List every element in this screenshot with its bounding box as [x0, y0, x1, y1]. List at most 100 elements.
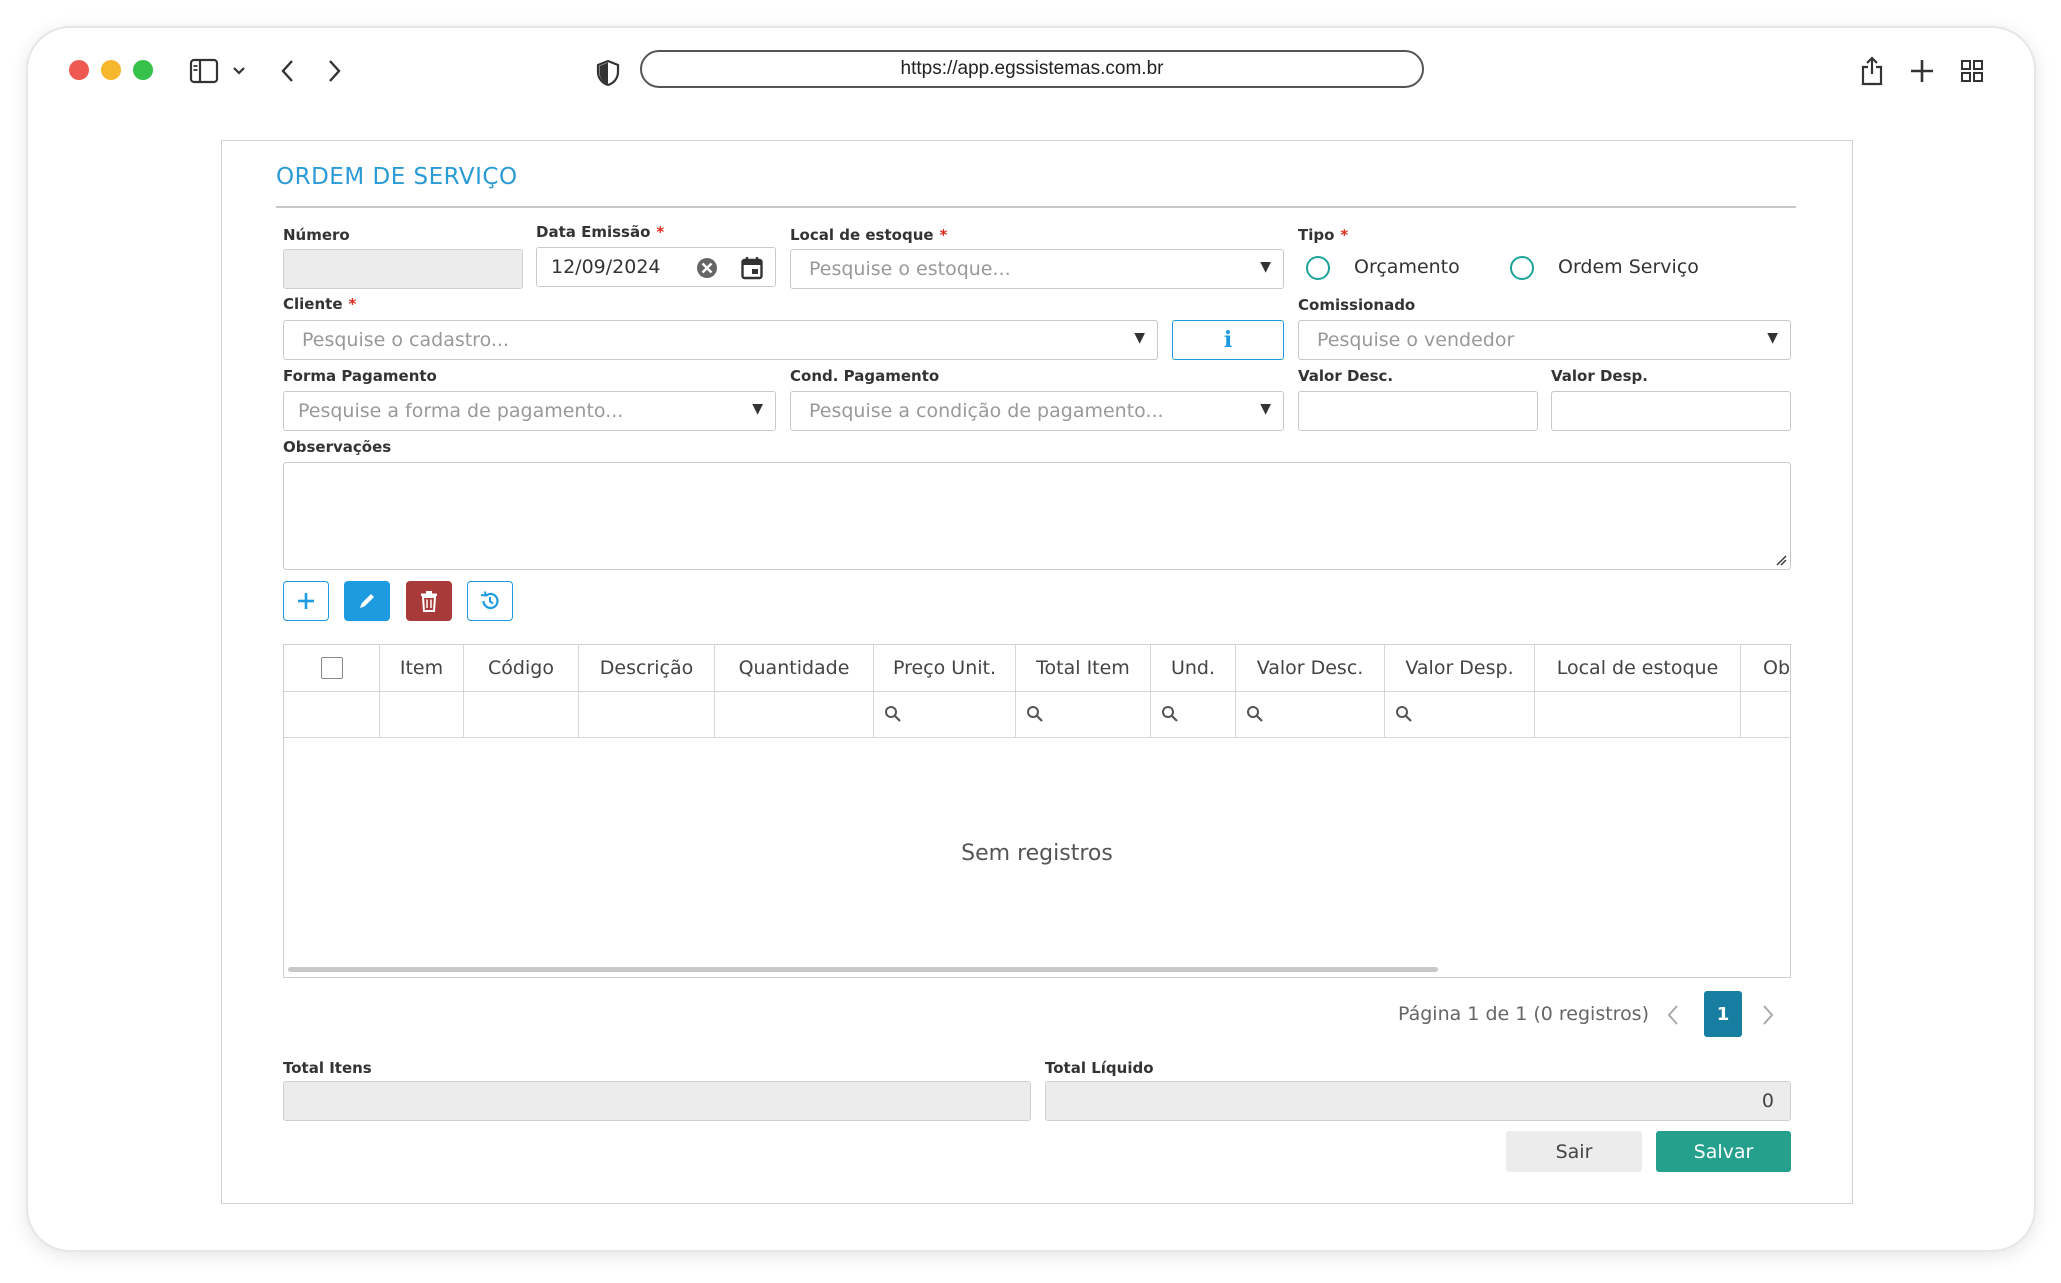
- comissionado-label: Comissionado: [1298, 296, 1416, 314]
- col-header-valor-desc[interactable]: Valor Desc.: [1236, 645, 1385, 691]
- close-window-button[interactable]: [69, 60, 89, 80]
- col-header-obs[interactable]: Ob: [1741, 645, 1790, 691]
- forma-pagamento-placeholder: Pesquise a forma de pagamento...: [298, 400, 624, 422]
- items-grid: Item Código Descrição Quantidade Preço U…: [283, 644, 1791, 978]
- col-header-total-item[interactable]: Total Item: [1016, 645, 1151, 691]
- data-emissao-value: 12/09/2024: [551, 256, 661, 278]
- pager-prev-icon[interactable]: [1666, 1003, 1680, 1031]
- valor-desc-label: Valor Desc.: [1298, 367, 1394, 385]
- filter-cell: [1535, 691, 1741, 737]
- required-mark: *: [1340, 226, 1349, 244]
- sidebar-icon[interactable]: [188, 56, 220, 86]
- cond-pagamento-select[interactable]: Pesquise a condição de pagamento... ▼: [790, 391, 1284, 431]
- add-item-button[interactable]: [283, 581, 329, 621]
- url-text: https://app.egssistemas.com.br: [900, 58, 1164, 79]
- cliente-placeholder: Pesquise o cadastro...: [302, 329, 509, 351]
- radio-orcamento-label[interactable]: Orçamento: [1354, 256, 1460, 278]
- pager-next-icon[interactable]: [1761, 1003, 1775, 1031]
- total-liquido-field: 0: [1045, 1081, 1791, 1121]
- minimize-window-button[interactable]: [101, 60, 121, 80]
- history-icon: [480, 591, 499, 610]
- cond-pagamento-placeholder: Pesquise a condição de pagamento...: [809, 400, 1164, 422]
- radio-ordem-servico-label[interactable]: Ordem Serviço: [1558, 256, 1699, 278]
- filter-preco-unit[interactable]: [874, 691, 1016, 737]
- title-divider: [276, 206, 1796, 208]
- tipo-label: Tipo *: [1298, 226, 1348, 244]
- col-header-und[interactable]: Und.: [1151, 645, 1236, 691]
- address-bar[interactable]: https://app.egssistemas.com.br: [640, 50, 1424, 88]
- filter-cell: [380, 691, 464, 737]
- search-icon: [885, 706, 901, 722]
- new-tab-icon[interactable]: [1908, 57, 1936, 85]
- tab-overview-icon[interactable]: [1959, 58, 1985, 84]
- info-icon: i: [1223, 327, 1233, 353]
- dropdown-caret-icon: ▼: [1134, 330, 1145, 346]
- maximize-window-button[interactable]: [133, 60, 153, 80]
- grid-empty-message: Sem registros: [961, 841, 1113, 866]
- filter-total-item[interactable]: [1016, 691, 1151, 737]
- back-icon[interactable]: [276, 56, 298, 86]
- total-liquido-label: Total Líquido: [1045, 1059, 1154, 1077]
- col-header-descricao[interactable]: Descrição: [579, 645, 715, 691]
- valor-desp-input[interactable]: [1551, 391, 1791, 431]
- col-header-local-estoque[interactable]: Local de estoque: [1535, 645, 1741, 691]
- filter-und[interactable]: [1151, 691, 1236, 737]
- cliente-select[interactable]: Pesquise o cadastro... ▼: [283, 320, 1158, 360]
- comissionado-placeholder: Pesquise o vendedor: [1317, 329, 1515, 351]
- history-button[interactable]: [467, 581, 513, 621]
- radio-ordem-servico[interactable]: [1510, 256, 1534, 280]
- data-emissao-label: Data Emissão *: [536, 223, 664, 241]
- page-title: ORDEM DE SERVIÇO: [276, 164, 518, 190]
- tipo-label-text: Tipo: [1298, 226, 1335, 244]
- filter-cell: [579, 691, 715, 737]
- col-header-codigo[interactable]: Código: [464, 645, 579, 691]
- observacoes-textarea[interactable]: [283, 462, 1791, 570]
- dropdown-caret-icon: ▼: [752, 401, 763, 417]
- local-estoque-select[interactable]: Pesquise o estoque... ▼: [790, 249, 1284, 289]
- grid-header-row: Item Código Descrição Quantidade Preço U…: [284, 645, 1790, 692]
- cliente-info-button[interactable]: i: [1172, 320, 1284, 360]
- salvar-button[interactable]: Salvar: [1656, 1131, 1791, 1172]
- col-header-item[interactable]: Item: [380, 645, 464, 691]
- pager-page-button[interactable]: 1: [1704, 991, 1742, 1037]
- search-icon: [1247, 706, 1263, 722]
- pager-info: Página 1 de 1 (0 registros): [1398, 1003, 1649, 1025]
- col-header-preco-unit[interactable]: Preço Unit.: [874, 645, 1016, 691]
- filter-valor-desp[interactable]: [1385, 691, 1535, 737]
- local-estoque-label: Local de estoque *: [790, 226, 947, 244]
- comissionado-select[interactable]: Pesquise o vendedor ▼: [1298, 320, 1791, 360]
- chevron-down-icon[interactable]: [231, 62, 247, 80]
- required-mark: *: [656, 223, 665, 241]
- search-icon: [1162, 706, 1178, 722]
- local-estoque-label-text: Local de estoque: [790, 226, 934, 244]
- cliente-label: Cliente *: [283, 295, 356, 313]
- forma-pagamento-select[interactable]: Pesquise a forma de pagamento... ▼: [283, 391, 776, 431]
- filter-cell: [284, 691, 380, 737]
- grid-horizontal-scrollbar[interactable]: [288, 967, 1438, 972]
- required-mark: *: [348, 295, 357, 313]
- cliente-label-text: Cliente: [283, 295, 343, 313]
- select-all-cell: [284, 645, 380, 691]
- select-all-checkbox[interactable]: [320, 657, 343, 679]
- total-itens-field: [283, 1081, 1031, 1121]
- share-icon[interactable]: [1858, 54, 1886, 88]
- forward-icon[interactable]: [324, 56, 346, 86]
- sair-button[interactable]: Sair: [1506, 1131, 1642, 1172]
- cond-pagamento-label: Cond. Pagamento: [790, 367, 940, 385]
- numero-label: Número: [283, 226, 350, 244]
- filter-valor-desc[interactable]: [1236, 691, 1385, 737]
- radio-orcamento[interactable]: [1306, 256, 1330, 280]
- valor-desc-input[interactable]: [1298, 391, 1538, 431]
- dropdown-caret-icon: ▼: [1767, 330, 1778, 346]
- data-emissao-field[interactable]: 12/09/2024: [536, 247, 776, 287]
- delete-item-button[interactable]: [406, 581, 452, 621]
- col-header-quantidade[interactable]: Quantidade: [715, 645, 874, 691]
- filter-cell: [715, 691, 874, 737]
- trash-icon: [421, 591, 437, 612]
- edit-item-button[interactable]: [344, 581, 390, 621]
- filter-cell: [464, 691, 579, 737]
- col-header-valor-desp[interactable]: Valor Desp.: [1385, 645, 1535, 691]
- clear-date-icon[interactable]: [695, 256, 719, 285]
- resize-handle-icon[interactable]: [1775, 554, 1787, 566]
- calendar-icon[interactable]: [741, 256, 763, 285]
